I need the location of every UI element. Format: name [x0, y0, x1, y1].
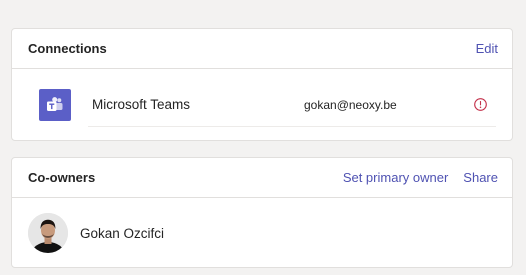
owner-name: Gokan Ozcifci [80, 226, 165, 241]
set-primary-owner-link[interactable]: Set primary owner [343, 170, 448, 185]
coowners-title: Co-owners [28, 170, 96, 185]
coowners-actions: Set primary owner Share [343, 170, 498, 185]
connection-name: Microsoft Teams [92, 97, 191, 112]
owner-row: Gokan Ozcifci [12, 198, 512, 268]
coowners-card: Co-owners Set primary owner Share Gokan … [11, 157, 513, 268]
edit-connections-link[interactable]: Edit [476, 41, 498, 56]
connections-title: Connections [28, 41, 107, 56]
microsoft-teams-icon [39, 89, 71, 121]
connection-email: gokan@neoxy.be [304, 98, 397, 112]
row-divider [88, 126, 496, 127]
coowners-header: Co-owners Set primary owner Share [12, 158, 512, 198]
connections-header: Connections Edit [12, 29, 512, 69]
connection-row: Microsoft Teams gokan@neoxy.be [12, 69, 512, 141]
avatar[interactable] [28, 213, 68, 253]
warning-circle-icon[interactable] [474, 98, 487, 111]
connections-card: Connections Edit Microsoft Teams gokan@n… [11, 28, 513, 141]
share-link[interactable]: Share [463, 170, 498, 185]
